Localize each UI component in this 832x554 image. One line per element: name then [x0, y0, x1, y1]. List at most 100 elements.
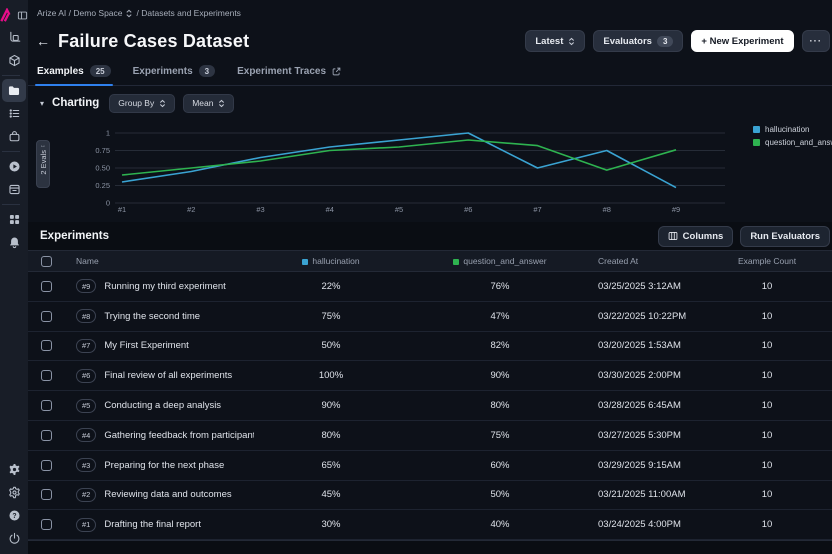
- column-header-question-and-answer[interactable]: question_and_answer: [408, 256, 592, 266]
- legend-label: question_and_answer: [765, 138, 832, 147]
- logout-icon[interactable]: [2, 527, 26, 550]
- bottom-strip: [28, 540, 832, 554]
- experiment-number-badge: #6: [76, 369, 96, 383]
- breadcrumb-space[interactable]: Arize AI / Demo Space: [37, 8, 123, 18]
- question-and-answer-value: 47%: [408, 311, 592, 322]
- experiment-name: My First Experiment: [104, 340, 188, 351]
- table-row[interactable]: #6Final review of all experiments100%90%…: [28, 361, 832, 391]
- created-at-value: 03/24/2025 4:00PM: [592, 519, 722, 530]
- sidebar-divider: [2, 204, 20, 205]
- table-row[interactable]: #3Preparing for the next phase65%60%03/2…: [28, 451, 832, 481]
- tab-experiment-traces[interactable]: Experiment Traces: [237, 66, 341, 85]
- group-by-dropdown[interactable]: Group By: [109, 94, 175, 113]
- hallucination-swatch: [302, 259, 308, 265]
- vault-icon[interactable]: [2, 125, 26, 148]
- legend-item-question_and_answer[interactable]: question_and_answer: [753, 138, 832, 147]
- settings-icon[interactable]: [2, 458, 26, 481]
- hallucination-value: 90%: [254, 400, 408, 411]
- question-and-answer-value: 50%: [408, 489, 592, 500]
- table-row[interactable]: #8Trying the second time75%47%03/22/2025…: [28, 302, 832, 332]
- more-options-button[interactable]: ···: [802, 30, 831, 52]
- row-checkbox[interactable]: [41, 370, 52, 381]
- row-checkbox[interactable]: [41, 281, 52, 292]
- chevron-up-down-icon: [159, 99, 166, 108]
- row-checkbox[interactable]: [41, 489, 52, 500]
- hallucination-value: 30%: [254, 519, 408, 530]
- run-evaluators-button[interactable]: Run Evaluators: [740, 226, 830, 247]
- back-button[interactable]: ←: [36, 34, 50, 48]
- package-icon[interactable]: [2, 49, 26, 72]
- tab-experiments[interactable]: Experiments 3: [133, 65, 215, 85]
- select-all-checkbox[interactable]: [41, 256, 52, 267]
- list-icon[interactable]: [2, 102, 26, 125]
- arize-logo: [0, 4, 15, 27]
- chevron-up-down-icon: [125, 9, 133, 18]
- svg-text:#4: #4: [326, 205, 334, 214]
- breadcrumb-section: / Datasets and Experiments: [137, 8, 241, 18]
- svg-text:#9: #9: [672, 205, 680, 214]
- row-checkbox[interactable]: [41, 340, 52, 351]
- svg-text:#2: #2: [187, 205, 195, 214]
- panel-toggle-icon[interactable]: [16, 4, 29, 27]
- charting-controls: ▾ Charting Group By Mean: [28, 86, 832, 120]
- column-header-example-count[interactable]: Example Count: [722, 256, 812, 266]
- question-and-answer-swatch: [453, 259, 459, 265]
- admin-settings-icon[interactable]: [2, 481, 26, 504]
- svg-text:0.50: 0.50: [95, 164, 110, 173]
- experiment-name: Reviewing data and outcomes: [104, 489, 231, 500]
- archive-icon[interactable]: [2, 178, 26, 201]
- experiment-number-badge: #4: [76, 428, 96, 442]
- created-at-value: 03/25/2025 3:12AM: [592, 281, 722, 292]
- monitors-icon[interactable]: [2, 155, 26, 178]
- chevron-up-down-icon: [218, 99, 225, 108]
- table-row[interactable]: #1Drafting the final report30%40%03/24/2…: [28, 510, 832, 540]
- row-checkbox[interactable]: [41, 430, 52, 441]
- space-selector[interactable]: Arize AI / Demo Space: [37, 8, 133, 18]
- new-experiment-button[interactable]: + New Experiment: [691, 30, 793, 52]
- notifications-icon[interactable]: [2, 231, 26, 254]
- svg-text:0.75: 0.75: [95, 146, 110, 155]
- evals-panel-toggle[interactable]: ↔ 2 Evals: [36, 140, 50, 188]
- column-header-hallucination[interactable]: hallucination: [254, 256, 408, 266]
- sidebar-bottom-icons: ?: [2, 458, 26, 554]
- question-and-answer-value: 90%: [408, 370, 592, 381]
- row-checkbox[interactable]: [41, 519, 52, 530]
- legend-item-hallucination[interactable]: hallucination: [753, 125, 832, 134]
- experiment-number-badge: #8: [76, 309, 96, 323]
- latest-dropdown[interactable]: Latest: [525, 30, 585, 52]
- evaluators-button[interactable]: Evaluators 3: [593, 30, 683, 52]
- created-at-value: 03/30/2025 2:00PM: [592, 370, 722, 381]
- table-row[interactable]: #2Reviewing data and outcomes45%50%03/21…: [28, 481, 832, 511]
- experiments-section-header: Experiments Columns Run Evaluators: [28, 222, 832, 250]
- table-row[interactable]: #4Gathering feedback from participants80…: [28, 421, 832, 451]
- app-window: ? Arize AI / Demo Space / Datasets and E…: [0, 0, 832, 554]
- question-and-answer-value: 80%: [408, 400, 592, 411]
- svg-text:#7: #7: [533, 205, 541, 214]
- column-header-created-at[interactable]: Created At: [592, 256, 722, 266]
- svg-text:1: 1: [106, 129, 110, 138]
- created-at-value: 03/21/2025 11:00AM: [592, 489, 722, 500]
- help-icon[interactable]: ?: [2, 504, 26, 527]
- datasets-icon[interactable]: [2, 79, 26, 102]
- hallucination-value: 100%: [254, 370, 408, 381]
- experiment-number-badge: #5: [76, 399, 96, 413]
- tab-examples[interactable]: Examples 25: [37, 65, 111, 85]
- hallucination-value: 65%: [254, 460, 408, 471]
- row-checkbox[interactable]: [41, 311, 52, 322]
- example-count-value: 10: [722, 430, 812, 441]
- aggregation-dropdown[interactable]: Mean: [183, 94, 234, 113]
- select-tool-icon[interactable]: [2, 26, 26, 49]
- row-checkbox[interactable]: [41, 460, 52, 471]
- table-header: Name hallucination question_and_answer C…: [28, 250, 832, 272]
- experiment-number-badge: #7: [76, 339, 96, 353]
- collapse-caret-icon[interactable]: ▾: [40, 99, 44, 108]
- table-row[interactable]: #7My First Experiment50%82%03/20/2025 1:…: [28, 332, 832, 362]
- columns-button[interactable]: Columns: [658, 226, 734, 247]
- row-checkbox[interactable]: [41, 400, 52, 411]
- table-row[interactable]: #9Running my third experiment22%76%03/25…: [28, 272, 832, 302]
- apps-icon[interactable]: [2, 208, 26, 231]
- created-at-value: 03/20/2025 1:53AM: [592, 340, 722, 351]
- svg-text:0.25: 0.25: [95, 181, 110, 190]
- column-header-name[interactable]: Name: [64, 256, 254, 266]
- table-row[interactable]: #5Conducting a deep analysis90%80%03/28/…: [28, 391, 832, 421]
